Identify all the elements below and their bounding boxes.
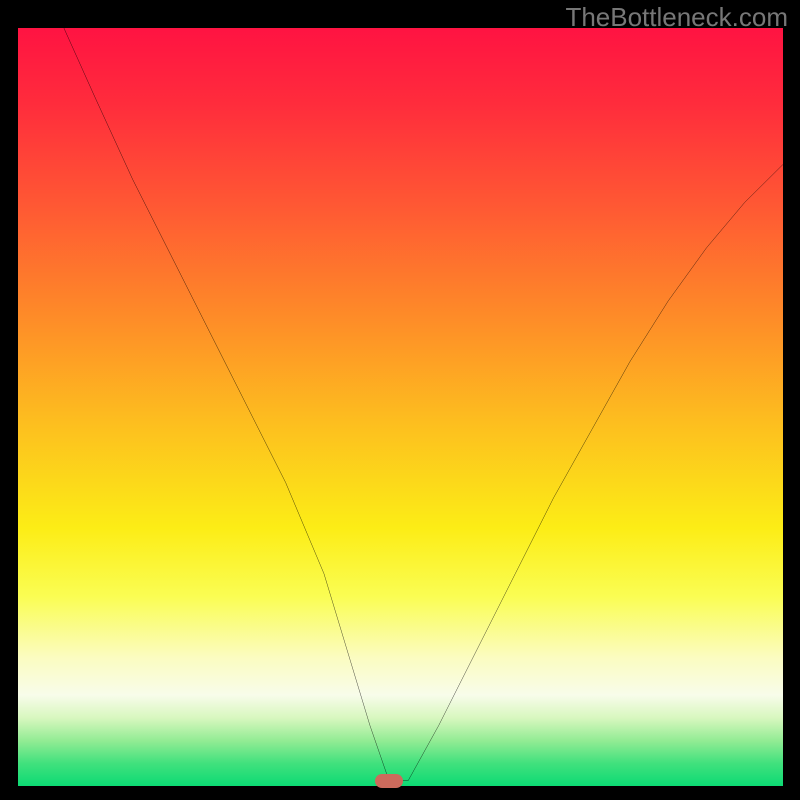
bottleneck-curve-svg [18, 28, 783, 786]
bottleneck-curve-path [64, 28, 783, 781]
chart-area [18, 28, 783, 786]
optimal-point-marker [375, 774, 403, 788]
watermark-text: TheBottleneck.com [565, 2, 788, 33]
